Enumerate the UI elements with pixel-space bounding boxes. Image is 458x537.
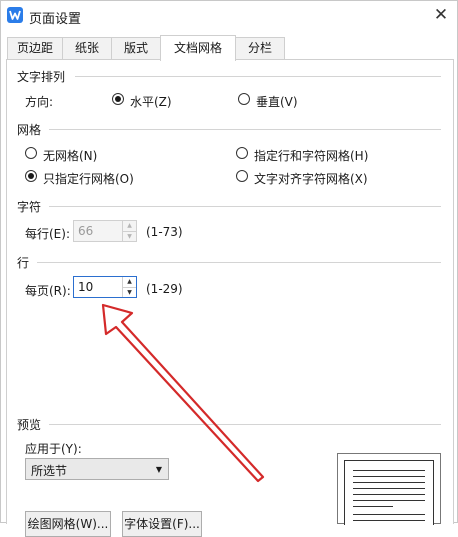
grid-group-title: 网格 xyxy=(17,123,42,137)
divider xyxy=(49,424,441,425)
page-setup-dialog: 页面设置 ✕ 页边距 纸张 版式 文档网格 分栏 文字排列 方向: 水平(Z) … xyxy=(0,0,458,537)
divider xyxy=(49,129,441,130)
stepper-up-icon[interactable]: ▲ xyxy=(123,221,136,231)
chars-per-line-label: 每行(E): xyxy=(25,227,70,241)
font-settings-button[interactable]: 字体设置(F)... xyxy=(122,511,202,537)
preview-group-title: 预览 xyxy=(17,418,42,432)
characters-group-title: 字符 xyxy=(17,200,42,214)
stepper-down-icon[interactable]: ▼ xyxy=(123,287,136,297)
tab-margins[interactable]: 页边距 xyxy=(7,37,63,60)
chars-range: (1-73) xyxy=(146,225,183,239)
direction-label: 方向: xyxy=(25,95,54,109)
draw-grid-button[interactable]: 绘图网格(W)... xyxy=(25,511,111,537)
wps-app-icon xyxy=(7,7,23,23)
chevron-down-icon: ▼ xyxy=(155,465,162,474)
divider xyxy=(75,76,441,77)
line-grid-only-label[interactable]: 只指定行网格(O) xyxy=(43,170,134,187)
chars-per-line-stepper[interactable]: 66 ▲ ▼ xyxy=(73,220,137,242)
title-bar: 页面设置 ✕ xyxy=(1,1,457,31)
line-and-char-grid-label[interactable]: 指定行和字符网格(H) xyxy=(254,147,368,164)
horizontal-radio[interactable] xyxy=(112,93,124,105)
tab-document-grid[interactable]: 文档网格 xyxy=(160,35,236,61)
divider xyxy=(49,206,441,207)
line-and-char-grid-radio[interactable] xyxy=(236,147,248,159)
lines-per-page-label: 每页(R): xyxy=(25,284,71,298)
close-icon[interactable]: ✕ xyxy=(427,2,455,28)
tab-layout[interactable]: 版式 xyxy=(111,37,161,60)
lines-per-page-stepper[interactable]: 10 ▲ ▼ xyxy=(73,276,137,298)
page-preview xyxy=(337,453,441,525)
vertical-radio[interactable] xyxy=(238,93,250,105)
apply-to-value: 所选节 xyxy=(31,464,68,478)
lines-group-title: 行 xyxy=(17,256,30,270)
tab-paper[interactable]: 纸张 xyxy=(62,37,112,60)
lines-per-page-value[interactable]: 10 xyxy=(78,280,93,294)
align-char-grid-radio[interactable] xyxy=(236,170,248,182)
chars-per-line-value: 66 xyxy=(78,224,94,238)
no-grid-label[interactable]: 无网格(N) xyxy=(43,147,97,164)
preview-page xyxy=(344,460,434,525)
horizontal-radio-label[interactable]: 水平(Z) xyxy=(130,93,172,110)
text-direction-group-title: 文字排列 xyxy=(17,70,66,84)
line-grid-only-radio[interactable] xyxy=(25,170,37,182)
dialog-title: 页面设置 xyxy=(29,12,82,27)
apply-to-label: 应用于(Y): xyxy=(25,442,82,456)
vertical-radio-label[interactable]: 垂直(V) xyxy=(256,93,298,110)
apply-to-select[interactable]: 所选节 ▼ xyxy=(25,458,169,480)
divider xyxy=(37,262,441,263)
align-char-grid-label[interactable]: 文字对齐字符网格(X) xyxy=(254,170,368,187)
lines-range: (1-29) xyxy=(146,282,183,296)
no-grid-radio[interactable] xyxy=(25,147,37,159)
stepper-up-icon[interactable]: ▲ xyxy=(123,277,136,287)
stepper-down-icon[interactable]: ▼ xyxy=(123,231,136,241)
tab-columns[interactable]: 分栏 xyxy=(235,37,285,60)
